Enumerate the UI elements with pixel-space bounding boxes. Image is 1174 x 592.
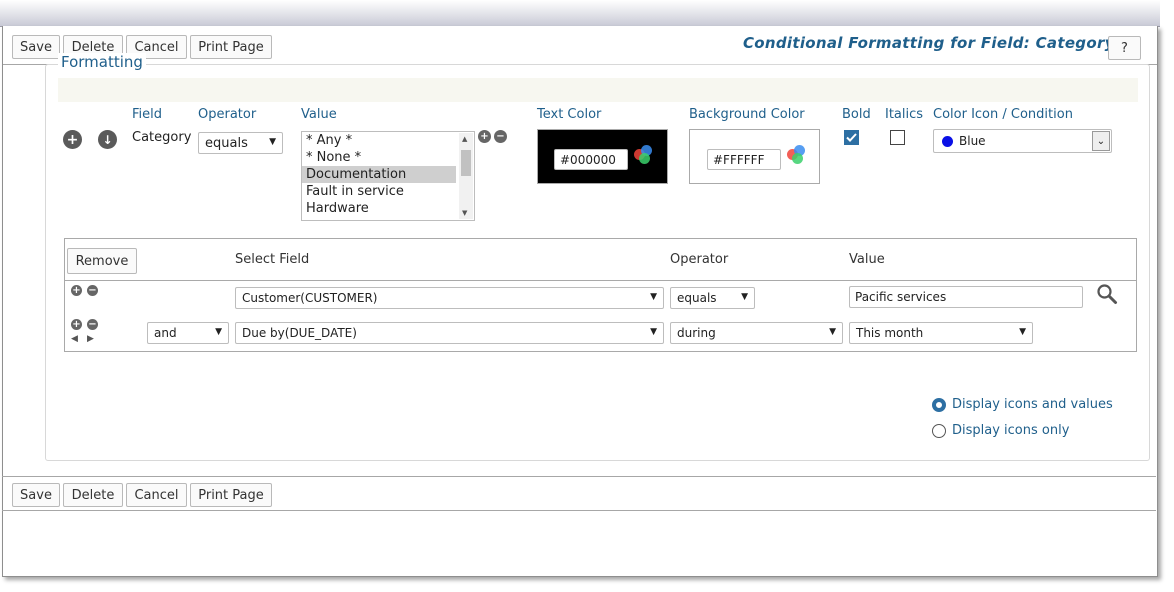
move-right-icon[interactable]: ▶ [87, 334, 94, 344]
dropdown-arrow-icon: ▼ [650, 327, 657, 337]
save-button[interactable]: Save [12, 35, 60, 59]
add-condition-icon[interactable]: + [71, 285, 82, 296]
text-color-picker-icon[interactable] [634, 145, 654, 165]
header-color-icon: Color Icon / Condition [933, 107, 1073, 122]
condition-connector-value: and [154, 326, 177, 340]
listbox-scrollbar[interactable]: ▲ ▼ [459, 133, 473, 219]
operator-value: equals [205, 135, 248, 151]
operator-select[interactable]: equals ▼ [198, 132, 283, 154]
remove-button[interactable]: Remove [67, 248, 137, 274]
value-option[interactable]: Fault in service [302, 183, 456, 200]
condition-connector-select[interactable]: and ▼ [147, 322, 229, 344]
scroll-down-icon[interactable]: ▼ [462, 209, 467, 217]
display-icons-and-values-label[interactable]: Display icons and values [952, 397, 1113, 412]
value-listbox[interactable]: * Any * * None * Documentation Fault in … [301, 131, 475, 221]
page-title: Conditional Formatting for Field: Catego… [743, 34, 1115, 52]
condition-value-select[interactable]: This month ▼ [849, 322, 1033, 344]
value-option[interactable]: * Any * [302, 132, 456, 149]
header-condition-value: Value [849, 252, 885, 267]
formatting-header-row [58, 78, 1138, 102]
condition-value-input[interactable]: Pacific services [849, 286, 1083, 308]
condition-operator-value: equals [677, 291, 717, 305]
checkmark-icon [846, 133, 857, 142]
header-bold: Bold [842, 107, 871, 122]
remove-condition-icon[interactable]: − [87, 285, 98, 296]
condition-value-value: This month [856, 326, 924, 340]
condition-operator-select[interactable]: during ▼ [670, 322, 843, 344]
condition-field-select[interactable]: Due by(DUE_DATE) ▼ [235, 322, 664, 344]
delete-button-bottom[interactable]: Delete [63, 483, 123, 507]
cancel-button-bottom[interactable]: Cancel [126, 483, 187, 507]
condition-field-value: Customer(CUSTOMER) [242, 291, 378, 305]
header-condition-operator: Operator [670, 252, 729, 267]
formatting-legend: Formatting [58, 53, 146, 71]
value-option[interactable]: Hardware [302, 200, 456, 217]
header-operator: Operator [198, 107, 257, 122]
print-page-button[interactable]: Print Page [190, 35, 272, 59]
bold-checkbox[interactable] [844, 130, 859, 145]
save-button-bottom[interactable]: Save [12, 483, 60, 507]
color-icon-select[interactable]: Blue ⌄ [933, 129, 1112, 153]
move-left-icon[interactable]: ◀ [71, 334, 78, 344]
search-icon[interactable] [1096, 283, 1118, 305]
add-condition-icon[interactable]: + [71, 319, 82, 330]
display-icons-only-label[interactable]: Display icons only [952, 423, 1069, 438]
header-italics: Italics [885, 107, 924, 122]
bottom-divider [2, 510, 1156, 511]
color-icon-value: Blue [959, 134, 986, 148]
remove-condition-icon[interactable]: − [87, 319, 98, 330]
dropdown-button-icon[interactable]: ⌄ [1092, 131, 1110, 151]
value-option[interactable]: * None * [302, 149, 456, 166]
scroll-up-icon[interactable]: ▲ [462, 135, 467, 143]
dropdown-arrow-icon: ▼ [215, 327, 222, 337]
header-select-field: Select Field [235, 252, 310, 267]
header-value: Value [301, 107, 337, 122]
condition-field-select[interactable]: Customer(CUSTOMER) ▼ [235, 287, 664, 309]
display-icons-only-radio[interactable] [932, 424, 946, 438]
value-option-selected[interactable]: Documentation [302, 166, 456, 183]
field-name: Category [132, 130, 192, 145]
bottom-divider-top [2, 476, 1156, 477]
header-field: Field [132, 107, 163, 122]
window-top-bar [0, 0, 1160, 27]
dropdown-arrow-icon: ▼ [650, 292, 657, 302]
background-color-input[interactable]: #FFFFFF [707, 149, 781, 170]
remove-value-icon[interactable]: − [494, 130, 507, 143]
color-dot-icon [942, 135, 953, 147]
italics-checkbox[interactable] [890, 130, 905, 145]
display-icons-and-values-radio[interactable] [932, 398, 946, 412]
dropdown-arrow-icon: ▼ [829, 327, 836, 337]
text-color-input[interactable]: #000000 [554, 149, 628, 170]
condition-field-value: Due by(DUE_DATE) [242, 326, 357, 340]
add-value-icon[interactable]: + [478, 130, 491, 143]
condition-operator-value: during [677, 326, 716, 340]
add-rule-icon[interactable]: + [63, 130, 82, 149]
conditions-header-separator [65, 280, 1136, 281]
condition-operator-select[interactable]: equals ▼ [670, 287, 755, 309]
move-down-icon[interactable]: ↓ [98, 130, 117, 149]
dropdown-arrow-icon: ▼ [741, 292, 748, 302]
dropdown-arrow-icon: ▼ [269, 137, 276, 147]
scrollbar-thumb[interactable] [461, 150, 471, 176]
dropdown-arrow-icon: ▼ [1019, 327, 1026, 337]
header-background-color: Background Color [689, 107, 805, 122]
background-color-picker-icon[interactable] [787, 145, 807, 165]
print-page-button-bottom[interactable]: Print Page [190, 483, 272, 507]
help-button[interactable]: ? [1108, 36, 1141, 60]
header-text-color: Text Color [537, 107, 602, 122]
